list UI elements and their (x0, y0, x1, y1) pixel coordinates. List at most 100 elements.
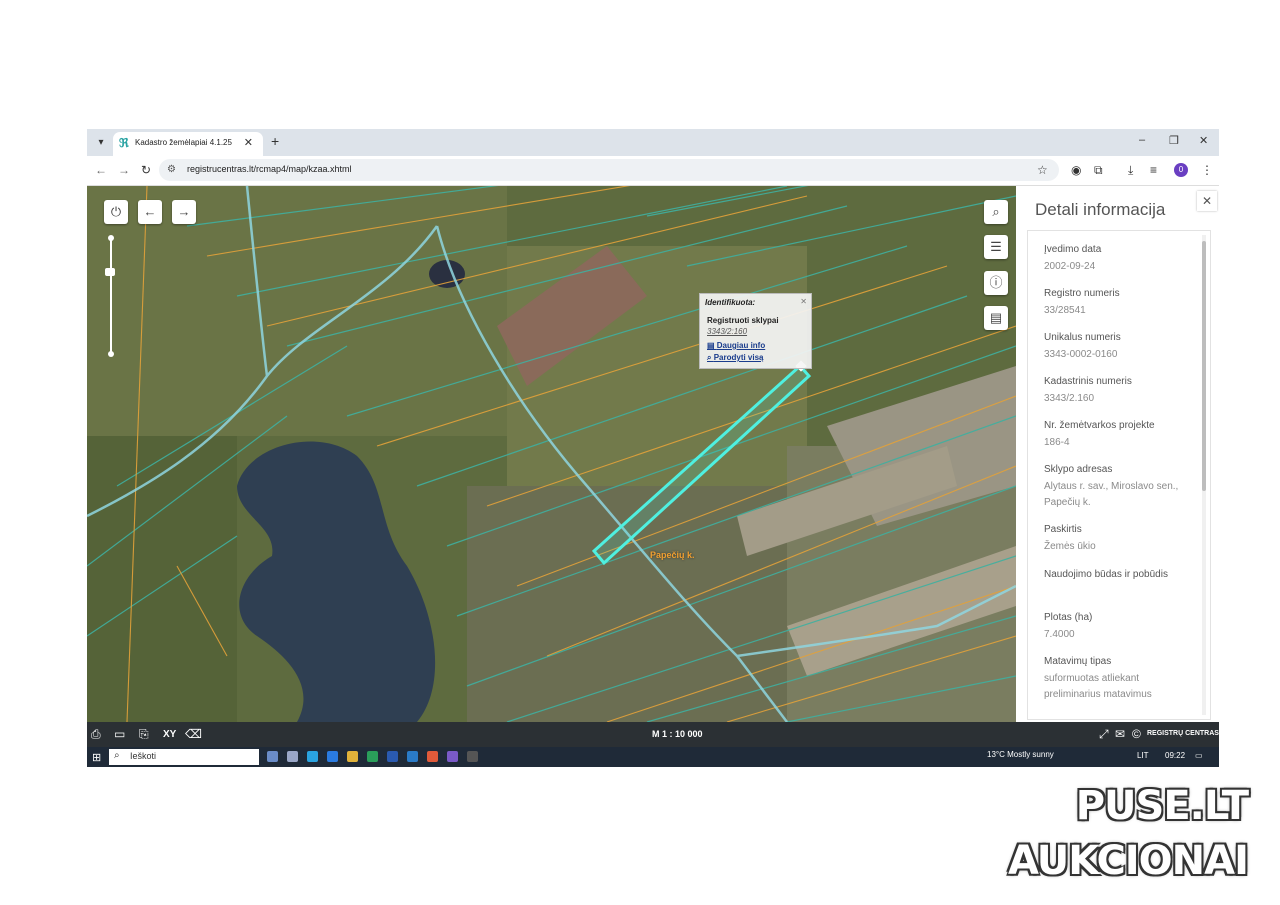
restore-icon[interactable]: ❐ (1169, 134, 1179, 147)
field-registry-number: Registro numeris 33/28541 (1044, 287, 1194, 319)
app-icon-2[interactable] (467, 751, 478, 762)
field-value: Alytaus r. sav., Miroslavo sen., Papečių… (1044, 481, 1179, 508)
outlook-icon[interactable] (407, 751, 418, 762)
scrollbar-thumb[interactable] (1202, 241, 1206, 491)
watermark-line2: AUKCIONAI (1008, 838, 1249, 884)
field-cadastral-number: Kadastrinis numeris 3343/2.160 (1044, 375, 1194, 407)
url-text[interactable]: registrucentras.lt/rcmap4/map/kzaa.xhtml (187, 164, 352, 174)
browser-tab[interactable]: ℜ Kadastro žemėlapiai 4.1.25 ✕ (113, 132, 263, 156)
map-toolbar: ⎙ ▭ ⎘ XY ⌫ M 1 : 10 000 ⤢ ✉ © REGISTRŲ C… (87, 722, 1219, 747)
field-label: Paskirtis (1044, 524, 1082, 535)
ie-icon[interactable] (327, 751, 338, 762)
explorer-icon[interactable] (347, 751, 358, 762)
map-scale: M 1 : 10 000 (652, 729, 703, 739)
clock[interactable]: 09:22 (1165, 751, 1185, 760)
field-value: 3343/2.160 (1044, 393, 1095, 404)
field-value: 33/28541 (1044, 305, 1086, 316)
puzzle-icon[interactable]: ⧉ (1094, 163, 1103, 178)
extension-icon[interactable]: ◉ (1071, 163, 1081, 177)
show-all-label: Parodyti visą (713, 353, 764, 362)
tab-title: Kadastro žemėlapiai 4.1.25 (135, 138, 232, 147)
edge-icon[interactable] (307, 751, 318, 762)
panel-scrollbar[interactable] (1202, 235, 1206, 715)
app-icon[interactable] (447, 751, 458, 762)
map-back-icon[interactable]: ← (138, 200, 162, 224)
media-icon[interactable]: ≡ (1150, 163, 1157, 177)
site-favicon-icon: ℜ (119, 136, 129, 150)
document-icon[interactable]: ⎘ (139, 727, 149, 742)
field-label: Kadastrinis numeris (1044, 376, 1132, 387)
excel-icon[interactable] (367, 751, 378, 762)
weather-widget[interactable]: 13°C Mostly sunny (987, 750, 1054, 759)
field-label: Registro numeris (1044, 288, 1120, 299)
show-all-link[interactable]: ⌕ Parodyti visą (707, 353, 764, 363)
minimize-icon[interactable]: – (1139, 134, 1145, 146)
zoom-in-icon[interactable] (108, 235, 114, 241)
eraser-icon[interactable]: ⌫ (185, 727, 202, 741)
back-icon[interactable]: ← (95, 163, 107, 177)
map-view[interactable]: ⏻ ← → ⌕ ☰ ⓘ ▤ Identifikuota: ✕ Registruo… (87, 186, 1016, 722)
notification-icon[interactable]: ▭ (1195, 751, 1203, 760)
xy-button[interactable]: XY (163, 729, 176, 740)
browser-menu-icon[interactable]: ⋮ (1201, 163, 1213, 177)
popup-header: Identifikuota: (705, 298, 756, 307)
power-icon[interactable]: ⏻ (104, 200, 128, 224)
field-measurement-type: Matavimų tipas suformuotas atliekant pre… (1044, 655, 1194, 703)
field-label: Matavimų tipas (1044, 656, 1112, 667)
tab-search-icon[interactable]: ▾ (93, 135, 109, 151)
field-label: Sklypo adresas (1044, 464, 1113, 475)
field-unique-number: Unikalus numeris 3343-0002-0160 (1044, 331, 1194, 363)
window-close-icon[interactable]: ✕ (1199, 134, 1208, 147)
field-value: 2002-09-24 (1044, 261, 1096, 272)
info-icon[interactable]: ⓘ (984, 271, 1008, 295)
search-placeholder: Ieškoti (130, 751, 157, 761)
os-taskbar: ⊞ ⌕ Ieškoti 13°C Mostly sunny LIT 09:22 … (87, 747, 1219, 767)
legend-icon[interactable]: ▤ (984, 306, 1008, 330)
widgets-icon[interactable] (267, 751, 278, 762)
panel-close-icon[interactable]: ✕ (1197, 191, 1217, 211)
detail-list[interactable]: Įvedimo data 2002-09-24 Registro numeris… (1027, 230, 1211, 720)
screenshot-frame: ▾ ℜ Kadastro žemėlapiai 4.1.25 ✕ + – ❐ ✕… (87, 129, 1219, 767)
taskbar-search[interactable]: ⌕ Ieškoti (109, 749, 259, 765)
bookmark-star-icon[interactable]: ☆ (1037, 163, 1048, 177)
forward-icon[interactable]: → (118, 163, 130, 177)
word-icon[interactable] (387, 751, 398, 762)
watermark-line1: PUSE.LT (1075, 783, 1249, 829)
profile-avatar[interactable]: 0 (1174, 163, 1188, 177)
map-forward-icon[interactable]: → (172, 200, 196, 224)
browser-tab-strip: ▾ ℜ Kadastro žemėlapiai 4.1.25 ✕ + – ❐ ✕ (87, 129, 1219, 156)
new-tab-button[interactable]: + (271, 133, 279, 149)
search-icon[interactable]: ⌕ (984, 200, 1008, 224)
village-label: Papečių k. (650, 550, 695, 560)
field-label: Unikalus numeris (1044, 332, 1121, 343)
windows-start-icon[interactable]: ⊞ (92, 751, 101, 764)
address-bar: ← → ↻ ⚙ registrucentras.lt/rcmap4/map/kz… (87, 156, 1219, 186)
parcel-id-link[interactable]: 3343/2:160 (707, 327, 747, 336)
zoom-out-icon[interactable] (108, 351, 114, 357)
copyright-icon: © (1132, 727, 1141, 741)
download-icon[interactable]: ⤓ (1128, 163, 1133, 178)
taskview-icon[interactable] (287, 751, 298, 762)
popup-title: Registruoti sklypai (707, 316, 779, 325)
chrome-icon[interactable] (427, 751, 438, 762)
fullscreen-icon[interactable]: ⤢ (1099, 727, 1109, 742)
detail-panel: Detali informacija ✕ Įvedimo data 2002-0… (1016, 186, 1219, 722)
reload-icon[interactable]: ↻ (141, 163, 151, 177)
field-label: Plotas (ha) (1044, 612, 1093, 623)
layers-icon[interactable]: ☰ (984, 235, 1008, 259)
more-info-link[interactable]: ▤ Daugiau info (707, 341, 765, 350)
measure-icon[interactable]: ▭ (114, 727, 125, 741)
satellite-map (87, 186, 1016, 722)
chat-icon[interactable]: ✉ (1115, 727, 1125, 741)
language-indicator[interactable]: LIT (1137, 751, 1149, 760)
url-field[interactable]: ⚙ registrucentras.lt/rcmap4/map/kzaa.xht… (159, 159, 1059, 181)
more-info-label: Daugiau info (716, 341, 766, 350)
zoom-slider[interactable] (110, 238, 112, 354)
print-icon[interactable]: ⎙ (91, 727, 101, 742)
zoom-slider-handle[interactable] (105, 268, 115, 276)
site-info-icon[interactable]: ⚙ (167, 164, 176, 175)
tab-close-icon[interactable]: ✕ (244, 136, 253, 149)
field-area: Plotas (ha) 7.4000 (1044, 611, 1194, 643)
popup-close-icon[interactable]: ✕ (800, 297, 807, 306)
field-purpose: Paskirtis Žemės ūkio (1044, 523, 1194, 555)
